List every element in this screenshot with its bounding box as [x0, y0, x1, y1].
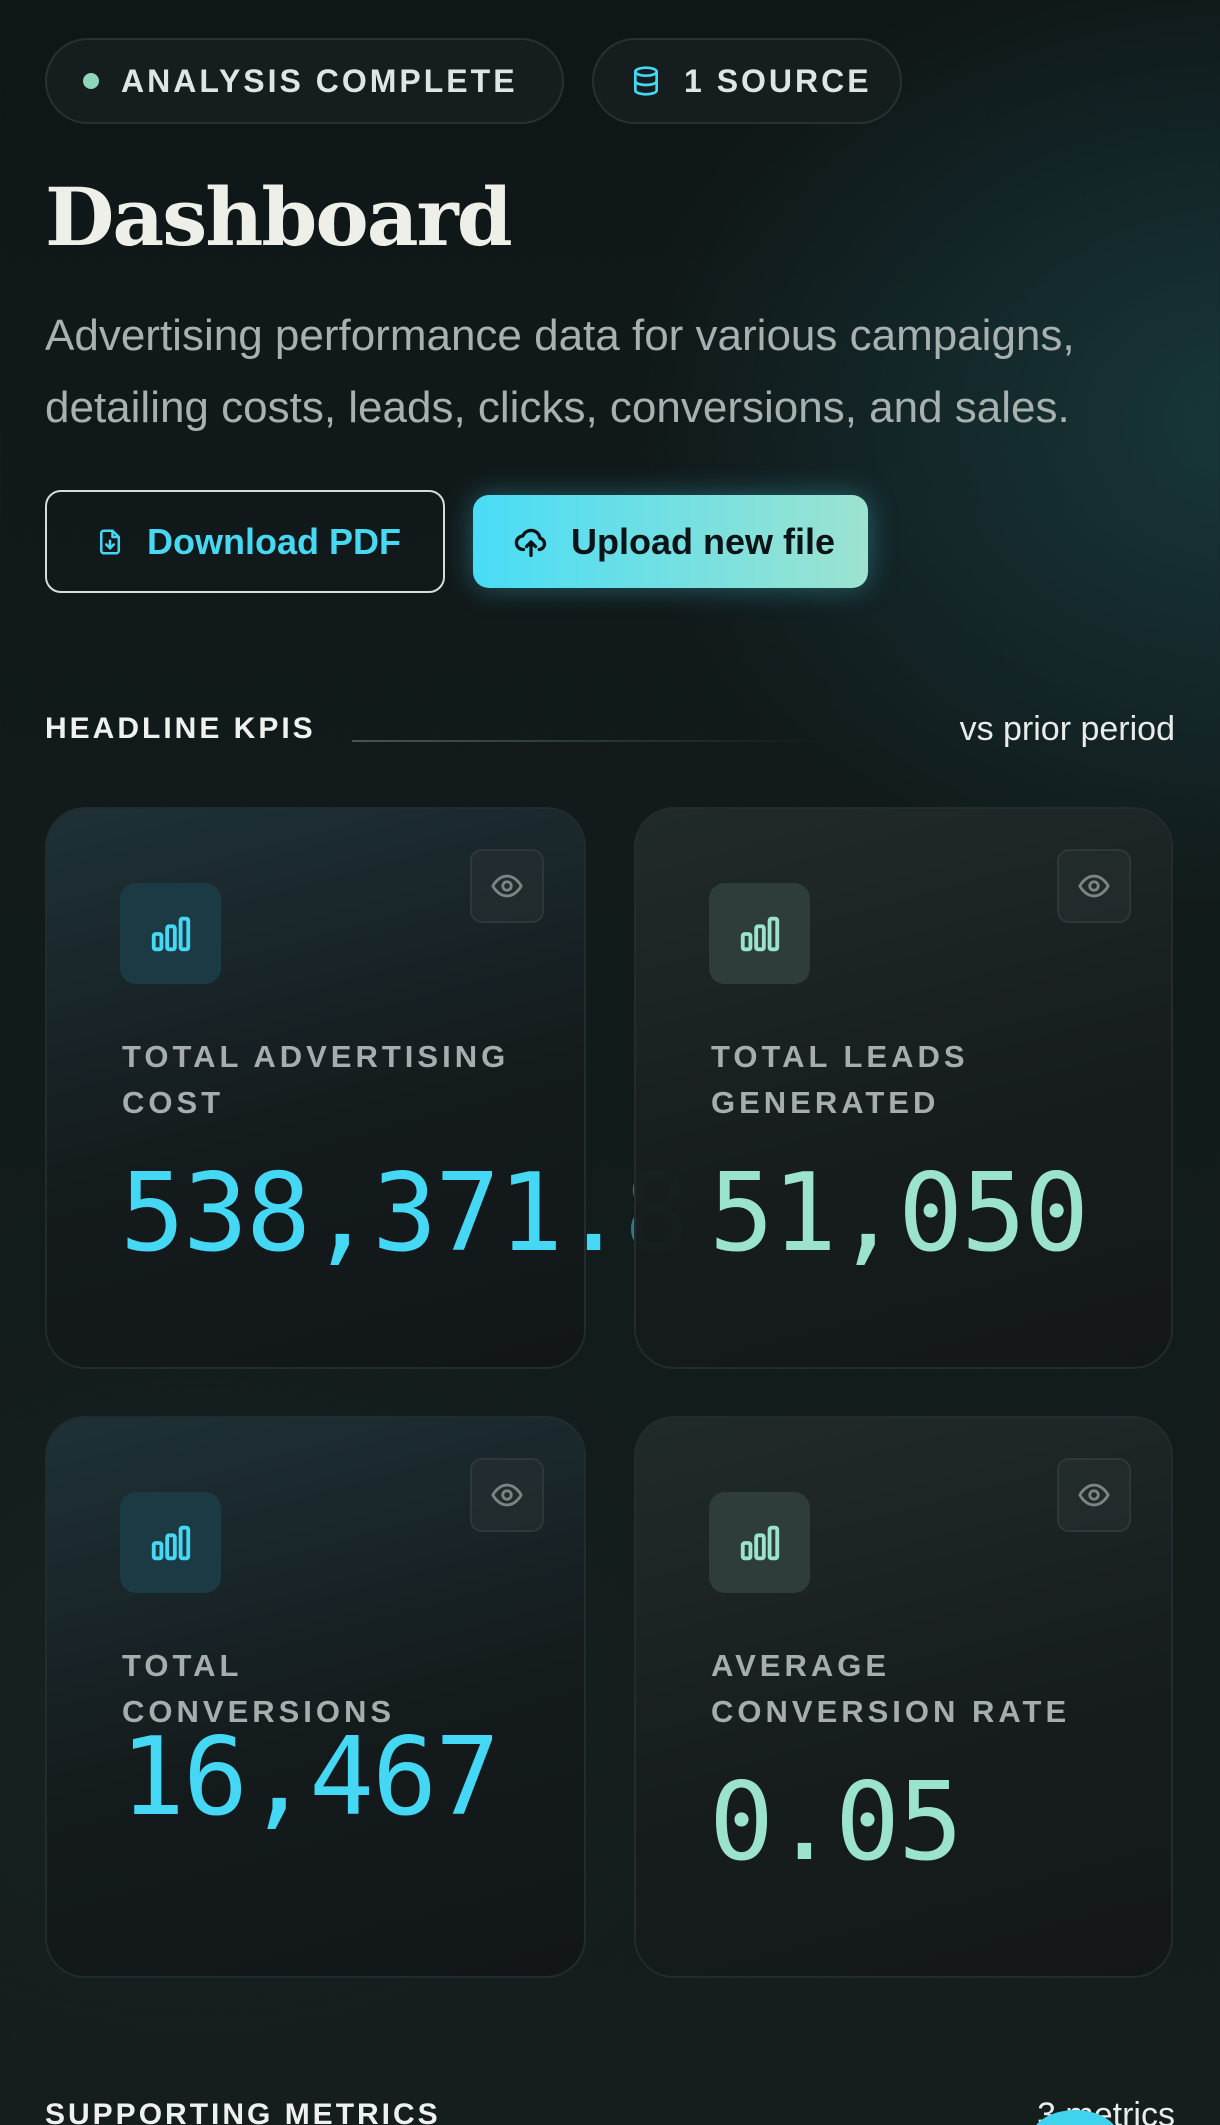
- headline-kpis-note: vs prior period: [959, 710, 1175, 748]
- section-divider: [352, 740, 822, 742]
- kpi-value: 538,371.8: [120, 1151, 689, 1276]
- eye-icon[interactable]: [470, 849, 544, 923]
- kpi-card-advertising-cost: TOTAL ADVERTISING COST 538,371.8: [45, 807, 689, 1369]
- kpi-card-conversions: TOTAL CONVERSIONS 16,467: [45, 1416, 586, 1978]
- status-label: ANALYSIS COMPLETE: [121, 62, 518, 99]
- status-dot: [83, 73, 99, 89]
- eye-icon[interactable]: [470, 1458, 544, 1532]
- download-pdf-button[interactable]: Download PDF: [45, 490, 445, 593]
- database-icon: [634, 66, 658, 96]
- upload-file-button[interactable]: Upload new file: [473, 495, 868, 588]
- kpi-card-conversion-rate: AVERAGE CONVERSION RATE 0.05: [634, 1416, 1173, 1978]
- bar-chart-icon: [709, 883, 810, 984]
- bar-chart-icon: [120, 1492, 221, 1593]
- kpi-card-leads-generated: TOTAL LEADS GENERATED 51,050: [634, 807, 1173, 1369]
- kpi-label: TOTAL LEADS GENERATED: [711, 1039, 969, 1120]
- source-label: 1 SOURCE: [684, 62, 872, 99]
- kpi-value: 0.05: [709, 1760, 963, 1885]
- kpi-label: AVERAGE CONVERSION RATE: [711, 1648, 1071, 1729]
- eye-icon[interactable]: [1057, 1458, 1131, 1532]
- kpi-value: 51,050: [709, 1151, 1089, 1276]
- bar-chart-icon: [709, 1492, 810, 1593]
- page-subtitle: Advertising performance data for various…: [45, 311, 1075, 432]
- eye-icon[interactable]: [1057, 849, 1131, 923]
- download-pdf-label: Download PDF: [147, 520, 401, 562]
- file-download-icon: [100, 529, 120, 554]
- status-chip: ANALYSIS COMPLETE: [45, 38, 564, 124]
- kpi-label: TOTAL ADVERTISING COST: [122, 1039, 510, 1120]
- page-title: Dashboard: [45, 170, 513, 264]
- supporting-metrics-heading: SUPPORTING METRICS: [45, 2098, 441, 2125]
- bar-chart-icon: [120, 883, 221, 984]
- source-chip[interactable]: 1 SOURCE: [592, 38, 902, 124]
- headline-kpis-heading: HEADLINE KPIS: [45, 712, 316, 745]
- upload-file-label: Upload new file: [571, 520, 836, 562]
- cloud-upload-icon: [514, 528, 547, 557]
- kpi-value: 16,467: [120, 1715, 500, 1840]
